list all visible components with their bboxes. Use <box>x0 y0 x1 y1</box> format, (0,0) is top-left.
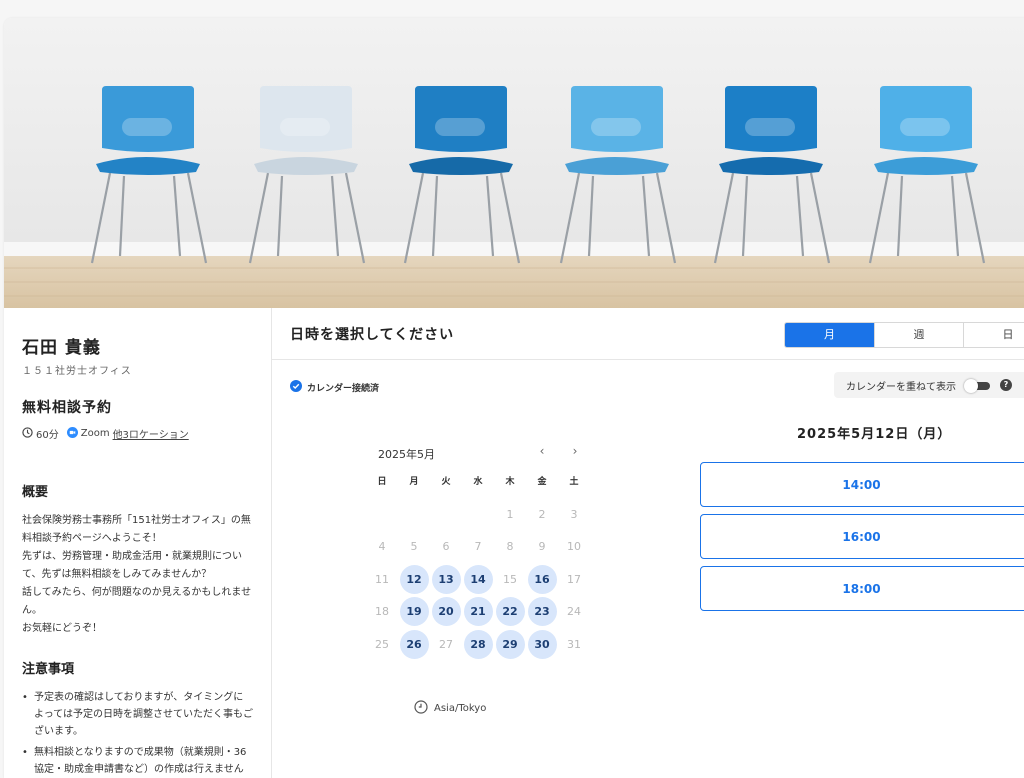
calendar-day: 4 <box>378 540 386 554</box>
calendar-day-available[interactable]: 30 <box>526 628 558 661</box>
calendar-day: 11 <box>375 572 389 586</box>
weekday-label: 金 <box>537 477 547 487</box>
calendar-blank <box>398 498 430 531</box>
calendar-day-available[interactable]: 22 <box>494 596 526 629</box>
calendar-day: 10 <box>567 540 581 554</box>
scheduler-header: 日時を選択してください 月 週 日 <box>272 308 1024 360</box>
event-location: Zoom <box>80 428 110 439</box>
calendar-day-available[interactable]: 21 <box>462 596 494 629</box>
prev-month-button[interactable]: ‹ <box>534 444 550 458</box>
overview-text: 社会保険労務士事務所「151社労士オフィス」の無料相談予約ページへようこそ！ 先… <box>22 512 253 638</box>
calendar-day: 9 <box>538 540 546 554</box>
time-slot-button[interactable]: 18:00 <box>700 566 1024 611</box>
calendar-blank <box>430 498 462 531</box>
calendar-day-available[interactable]: 29 <box>494 628 526 661</box>
weekday-header: 日月火水木金土 <box>366 474 590 488</box>
help-icon[interactable]: ? <box>1000 379 1012 391</box>
overview-paragraph: 話してみたら、何が問題なのか見えるかもしれません。 <box>22 587 252 616</box>
clock-icon <box>414 700 428 717</box>
owner-name: 石田 貴義 <box>22 338 101 358</box>
calendar-day: 2 <box>538 507 546 521</box>
calendar-blank <box>462 498 494 531</box>
booking-card: 石田 貴義 １５１社労士オフィス 無料相談予約 60分 Zoom 他3ロケーショ… <box>4 18 1024 778</box>
time-slots-panel: 2025年5月12日（月） 14:00 16:00 18:00 <box>700 423 1024 611</box>
time-slot-list: 14:00 16:00 18:00 <box>700 462 1024 611</box>
calendar-day: 18 <box>375 605 389 619</box>
overview-paragraph: お気軽にどうぞ！ <box>22 623 102 634</box>
calendar-connected-label: カレンダー接続済 <box>307 384 380 394</box>
calendar-day: 6 <box>442 540 450 554</box>
notes-title: 注意事項 <box>22 662 75 677</box>
calendar-day-available[interactable]: 12 <box>398 563 430 596</box>
overview-title: 概要 <box>22 485 49 500</box>
notes-item: 予定表の確認はしておりますが、タイミングによっては予定の日時を調整させていただく… <box>22 689 253 740</box>
calendar-blank <box>366 498 398 531</box>
weekday-label: 火 <box>441 477 451 487</box>
calendar-day-available[interactable]: 19 <box>398 596 430 629</box>
calendar-day: 24 <box>567 605 581 619</box>
calendar-overlay-toggle[interactable] <box>964 379 992 393</box>
calendar-day: 3 <box>570 507 578 521</box>
calendar-overlay-control: カレンダーを重ねて表示 ? <box>834 372 1024 398</box>
notes-item: 無料相談となりますので成果物（就業規則・36協定・助成金申請書など）の作成は行え… <box>22 744 253 778</box>
timezone[interactable]: Asia/Tokyo <box>414 700 486 717</box>
calendar-day-available[interactable]: 13 <box>430 563 462 596</box>
tab-month[interactable]: 月 <box>785 323 874 347</box>
check-circle-icon <box>290 380 302 395</box>
calendar-day-available[interactable]: 14 <box>462 563 494 596</box>
calendar-overlay-label: カレンダーを重ねて表示 <box>846 381 956 393</box>
event-meta: 60分 Zoom 他3ロケーション <box>22 426 253 441</box>
calendar-day-available[interactable]: 23 <box>526 596 558 629</box>
tab-week[interactable]: 週 <box>874 323 963 347</box>
scheduler-panel: 日時を選択してください 月 週 日 カレンダー接続済 カレンダーを重ねて表示 ? <box>272 308 1024 778</box>
calendar-day-available[interactable]: 26 <box>398 628 430 661</box>
clock-icon <box>22 426 33 441</box>
view-toggle: 月 週 日 <box>784 322 1024 348</box>
event-title: 無料相談予約 <box>22 400 112 416</box>
other-locations-link[interactable]: 他3ロケーション <box>113 426 189 441</box>
month-calendar: 2025年5月 ‹ › 日月火水木金土 1 2 3 4 5 6 7 8 9 10 11 12 13 14 1… <box>366 444 590 661</box>
time-slot-button[interactable]: 16:00 <box>700 514 1024 559</box>
tab-day[interactable]: 日 <box>963 323 1024 347</box>
month-label: 2025年5月 <box>378 448 435 461</box>
event-duration: 60分 <box>36 430 59 441</box>
calendar-day-available[interactable]: 20 <box>430 596 462 629</box>
next-month-button[interactable]: › <box>567 444 583 458</box>
weekday-label: 日 <box>377 477 387 487</box>
weekday-label: 水 <box>473 477 483 487</box>
selected-date: 2025年5月12日（月） <box>797 427 952 442</box>
calendar-day: 31 <box>567 637 581 651</box>
weekday-label: 土 <box>569 477 579 487</box>
calendar-day-available[interactable]: 16 <box>526 563 558 596</box>
hero-image <box>4 18 1024 308</box>
calendar-day: 7 <box>474 540 482 554</box>
timezone-label: Asia/Tokyo <box>434 703 487 714</box>
calendar-day: 25 <box>375 637 389 651</box>
calendar-day: 5 <box>410 540 418 554</box>
calendar-day: 8 <box>506 540 514 554</box>
organization-name: １５１社労士オフィス <box>22 366 132 377</box>
calendar-day: 17 <box>567 572 581 586</box>
zoom-icon <box>66 426 78 441</box>
notes-list: 予定表の確認はしておりますが、タイミングによっては予定の日時を調整させていただく… <box>22 689 253 778</box>
calendar-day: 27 <box>439 637 453 651</box>
weekday-label: 木 <box>505 477 515 487</box>
calendar-day: 1 <box>506 507 514 521</box>
time-slot-button[interactable]: 14:00 <box>700 462 1024 507</box>
page-title: 日時を選択してください <box>290 326 455 343</box>
overview-paragraph: 社会保険労務士事務所「151社労士オフィス」の無料相談予約ページへようこそ！ <box>22 515 251 544</box>
overview-paragraph: 先ずは、労務管理・助成金活用・就業規則について、先ずは無料相談をしみてみませんか… <box>22 551 242 580</box>
calendar-day-available[interactable]: 28 <box>462 628 494 661</box>
event-sidebar: 石田 貴義 １５１社労士オフィス 無料相談予約 60分 Zoom 他3ロケーショ… <box>4 308 272 778</box>
days-grid: 1 2 3 4 5 6 7 8 9 10 11 12 13 14 15 16 17 18 19 20 21 22 23 24 2… <box>366 498 590 661</box>
weekday-label: 月 <box>409 477 419 487</box>
calendar-day: 15 <box>503 572 517 586</box>
calendar-connected-status: カレンダー接続済 <box>290 380 379 395</box>
